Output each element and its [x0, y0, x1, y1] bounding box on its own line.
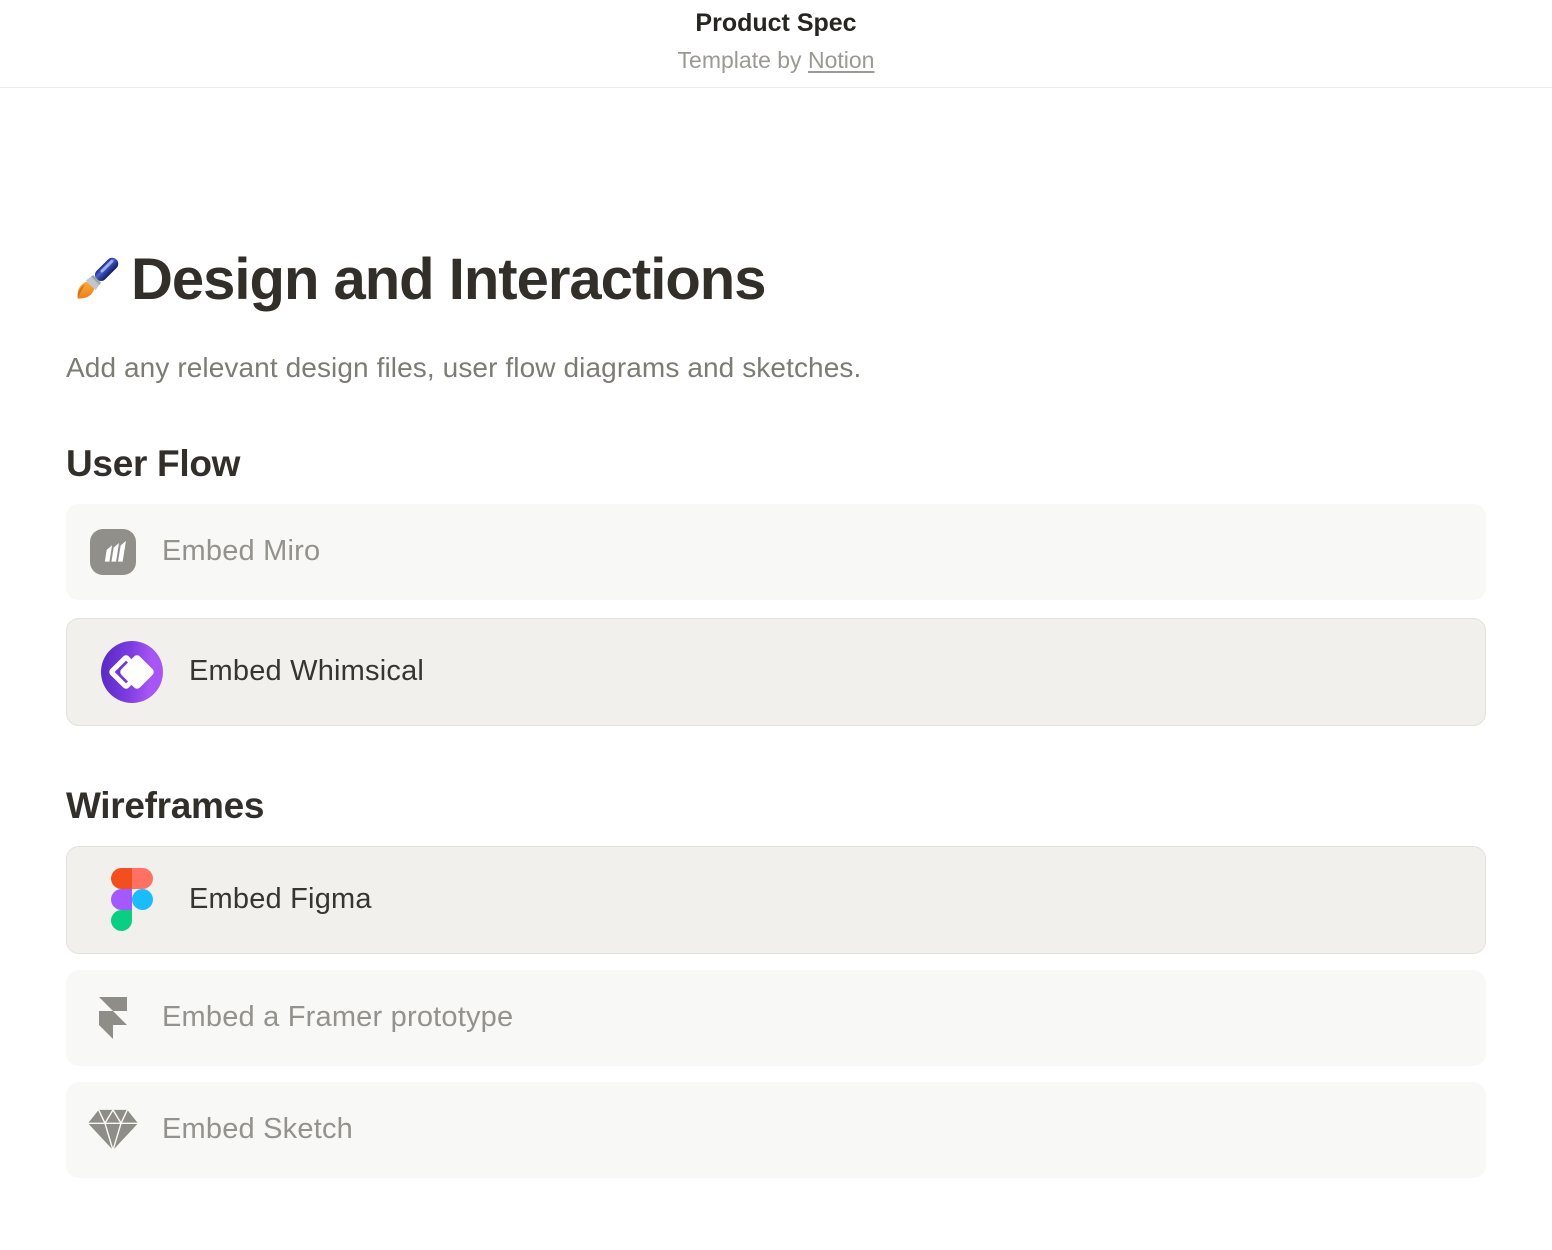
embed-label: Embed Whimsical: [189, 655, 424, 688]
document-header: Product Spec Template by Notion: [0, 0, 1552, 88]
sketch-icon: [88, 1108, 138, 1152]
whimsical-icon: [101, 641, 163, 703]
embed-placeholder-miro[interactable]: Embed Miro: [66, 504, 1486, 600]
document-title: Product Spec: [0, 7, 1552, 40]
embed-label: Embed a Framer prototype: [162, 1001, 513, 1034]
embed-label: Embed Figma: [189, 883, 372, 916]
byline-text: Template by: [678, 47, 808, 73]
embed-placeholder-figma[interactable]: Embed Figma: [66, 846, 1486, 954]
page-title-text: Design and Interactions: [131, 248, 765, 312]
embed-placeholder-whimsical[interactable]: Embed Whimsical: [66, 618, 1486, 726]
embed-label: Embed Sketch: [162, 1113, 353, 1146]
paintbrush-icon: [66, 250, 126, 310]
embed-label: Embed Miro: [162, 535, 320, 568]
embed-placeholder-framer[interactable]: Embed a Framer prototype: [66, 970, 1486, 1066]
page-title: Design and Interactions: [66, 248, 1486, 312]
notion-link[interactable]: Notion: [808, 47, 874, 73]
embed-placeholder-sketch[interactable]: Embed Sketch: [66, 1082, 1486, 1178]
figma-icon: [101, 868, 163, 931]
miro-icon: [88, 529, 138, 575]
section-heading-wireframes: Wireframes: [66, 782, 1486, 830]
framer-icon: [88, 997, 138, 1039]
page-body: Design and Interactions Add any relevant…: [0, 248, 1552, 1178]
page-description: Add any relevant design files, user flow…: [66, 352, 1486, 384]
document-byline: Template by Notion: [0, 47, 1552, 74]
section-heading-user-flow: User Flow: [66, 440, 1486, 488]
